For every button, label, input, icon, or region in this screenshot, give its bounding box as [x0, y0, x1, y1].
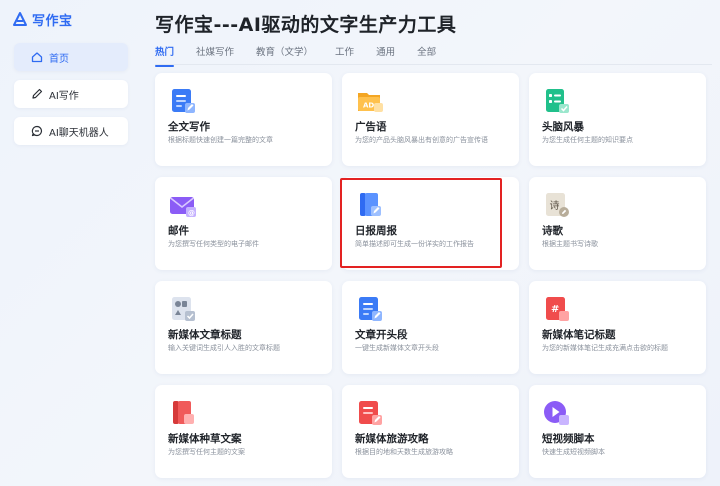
chat-icon: [31, 125, 43, 137]
card-poetry[interactable]: 诗 诗歌 根据主题书写诗歌: [529, 177, 706, 270]
sidebar-item-home[interactable]: 首页: [14, 43, 128, 71]
svg-text:@: @: [188, 209, 195, 217]
card-email[interactable]: @ 邮件 为您撰写任何类型的电子邮件: [155, 177, 332, 270]
checklist-icon: [546, 89, 569, 113]
sidebar-item-label: AI聊天机器人: [49, 127, 109, 139]
card-description: 为您撰写任何类型的电子邮件: [168, 240, 259, 248]
red-note-icon: #: [546, 297, 569, 321]
category-tabs: 热门 社媒写作 教育（文学） 工作 通用 全部: [155, 44, 458, 67]
card-description: 为您的新媒体笔记生成充满点击欲的标题: [542, 344, 668, 352]
card-slogan[interactable]: AD 广告语 为您的产品头脑风暴出有创意的广告宣传语: [342, 73, 519, 166]
card-daily-weekly-report[interactable]: 日报周报 简单描述即可生成一份详实的工作报告: [342, 177, 519, 270]
card-article-opening[interactable]: 文章开头段 一键生成新媒体文章开头段: [342, 281, 519, 374]
tab-work[interactable]: 工作: [335, 44, 354, 62]
tabs-divider: [155, 64, 712, 65]
card-description: 简单描述即可生成一份详实的工作报告: [355, 240, 474, 248]
logo-text: 写作宝: [32, 13, 73, 29]
red-doc-icon: [359, 401, 382, 425]
card-new-media-note-title[interactable]: # 新媒体笔记标题 为您的新媒体笔记生成充满点击欲的标题: [529, 281, 706, 374]
shapes-doc-icon: [172, 297, 195, 321]
card-description: 输入关键词生成引人入胜的文章标题: [168, 344, 280, 352]
sidebar-item-ai-chatbot[interactable]: AI聊天机器人: [14, 117, 128, 145]
home-icon: [31, 52, 43, 63]
tab-all[interactable]: 全部: [417, 44, 436, 62]
card-title: 新媒体旅游攻略: [355, 433, 429, 445]
card-new-media-article-title[interactable]: 新媒体文章标题 输入关键词生成引人入胜的文章标题: [155, 281, 332, 374]
card-title: 新媒体种草文案: [168, 433, 242, 445]
card-description: 为您的产品头脑风暴出有创意的广告宣传语: [355, 136, 488, 144]
card-title: 日报周报: [355, 225, 397, 237]
app-logo[interactable]: 写作宝: [12, 9, 73, 29]
tab-hot[interactable]: 热门: [155, 44, 175, 67]
document-icon: [172, 89, 195, 113]
ad-folder-icon: AD: [358, 93, 383, 112]
page-title: 写作宝---AI驱动的文字生产力工具: [155, 14, 457, 36]
card-description: 为您撰写任何主题的文案: [168, 448, 245, 456]
pen-icon: [32, 88, 43, 99]
card-description: 一键生成新媒体文章开头段: [355, 344, 439, 352]
card-short-video-script[interactable]: 短视频脚本 快速生成短视频脚本: [529, 385, 706, 478]
sidebar-item-label: 首页: [49, 53, 69, 65]
card-title: 新媒体文章标题: [168, 329, 242, 341]
card-brainstorm[interactable]: 头脑风暴 为您生成任何主题的知识要点: [529, 73, 706, 166]
tab-general[interactable]: 通用: [376, 44, 395, 62]
svg-text:诗: 诗: [550, 199, 560, 212]
envelope-icon: @: [170, 197, 196, 217]
card-description: 为您生成任何主题的知识要点: [542, 136, 633, 144]
card-full-text-writing[interactable]: 全文写作 根据标题快速创建一篇完整的文章: [155, 73, 332, 166]
card-new-media-promo-copy[interactable]: 新媒体种草文案 为您撰写任何主题的文案: [155, 385, 332, 478]
card-title: 头脑风暴: [542, 121, 584, 133]
card-title: 诗歌: [542, 225, 563, 237]
card-title: 全文写作: [168, 121, 210, 133]
logo-icon: [13, 12, 27, 26]
tab-social-media[interactable]: 社媒写作: [196, 44, 234, 62]
poem-icon: 诗: [546, 193, 569, 217]
svg-text:#: #: [551, 304, 559, 315]
card-new-media-travel-guide[interactable]: 新媒体旅游攻略 根据目的地和天数生成旅游攻略: [342, 385, 519, 478]
card-description: 根据目的地和天数生成旅游攻略: [355, 448, 453, 456]
sidebar-item-ai-writing[interactable]: AI写作: [14, 80, 128, 108]
video-play-icon: [544, 401, 569, 425]
card-title: 广告语: [355, 121, 387, 133]
card-title: 邮件: [168, 225, 189, 237]
card-title: 新媒体笔记标题: [542, 329, 616, 341]
svg-text:AD: AD: [363, 102, 374, 110]
red-book-icon: [173, 401, 194, 424]
card-description: 快速生成短视频脚本: [542, 448, 605, 456]
card-title: 短视频脚本: [542, 433, 595, 445]
report-book-icon: [360, 193, 381, 216]
sidebar-item-label: AI写作: [49, 90, 79, 102]
doc-edit-icon: [359, 297, 382, 321]
card-description: 根据主题书写诗歌: [542, 240, 598, 248]
card-description: 根据标题快速创建一篇完整的文章: [168, 136, 273, 144]
card-title: 文章开头段: [355, 329, 408, 341]
tab-education[interactable]: 教育（文学）: [256, 44, 313, 62]
